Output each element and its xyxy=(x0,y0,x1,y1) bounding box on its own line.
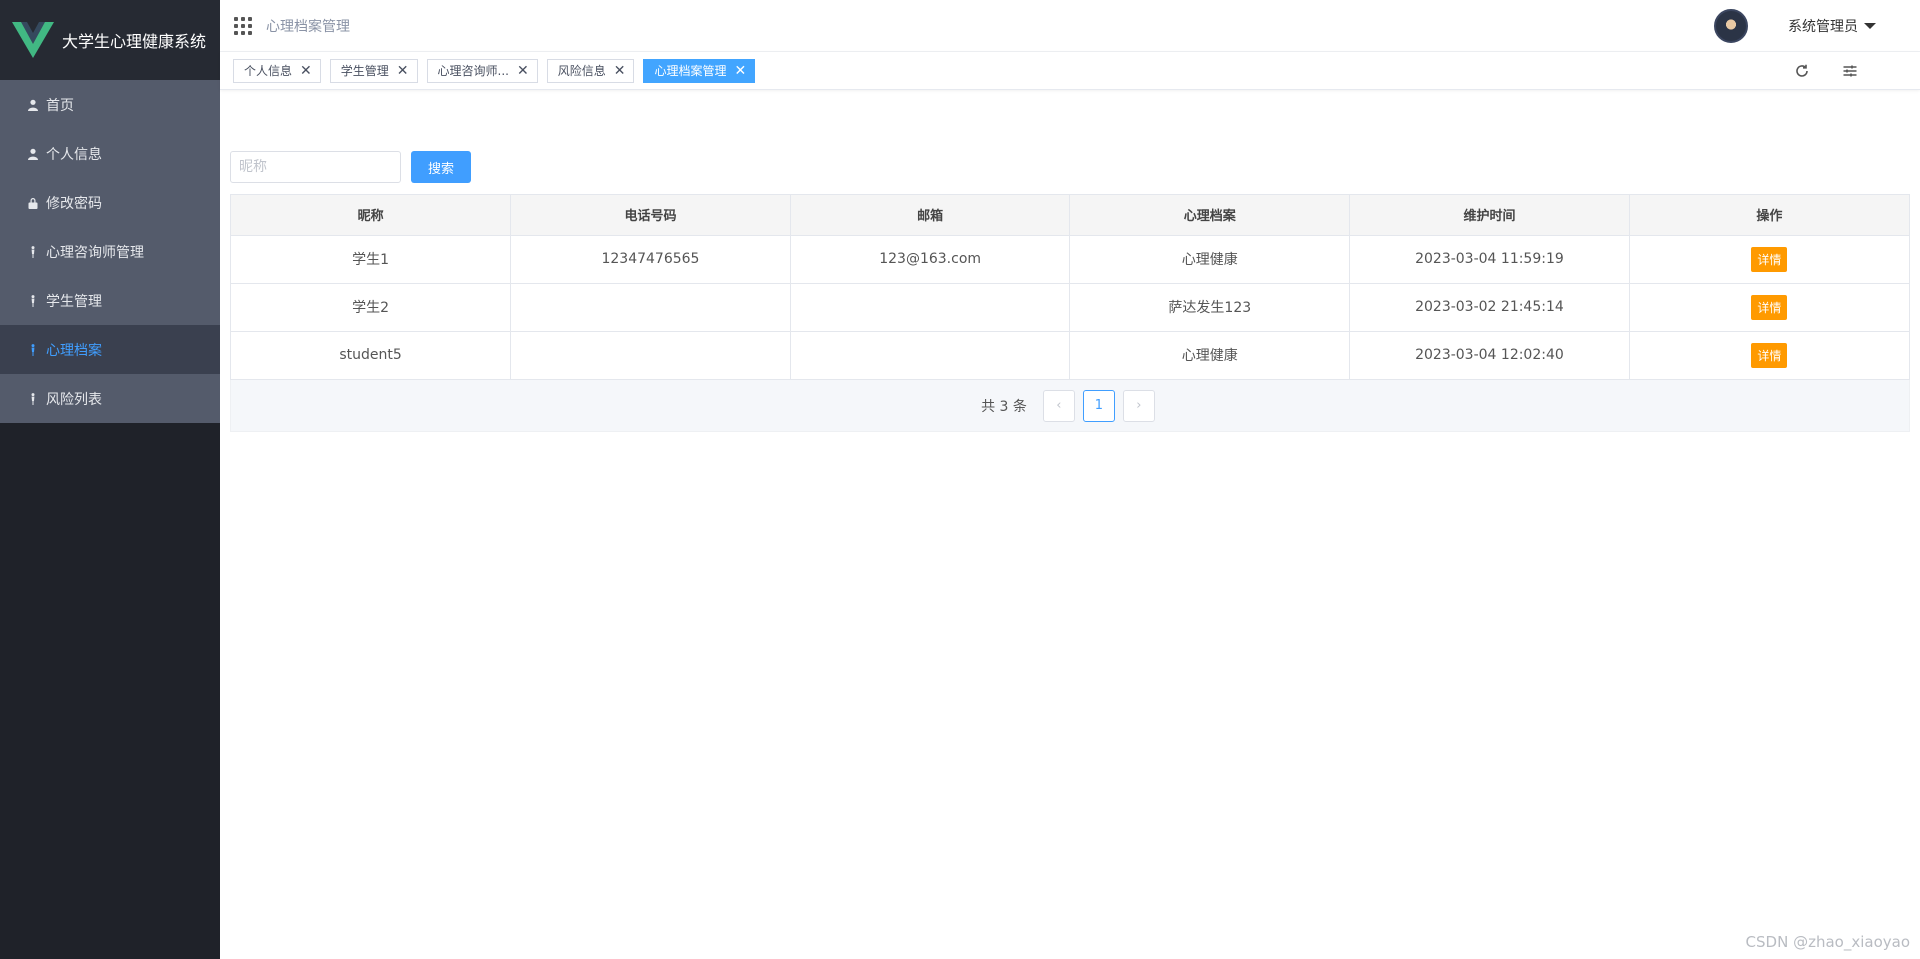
cell-archive: 萨达发生123 xyxy=(1069,283,1351,332)
person-icon xyxy=(26,245,40,259)
cell-email xyxy=(790,283,1071,332)
cell-phone xyxy=(510,283,791,332)
sidebar-item-home[interactable]: 首页 xyxy=(0,80,220,129)
cell-action: 详情 xyxy=(1629,235,1909,284)
cell-archive: 心理健康 xyxy=(1069,235,1351,284)
table-row: student5 心理健康 2023-03-04 12:02:40 详情 xyxy=(231,331,1909,379)
header-user-area: 系统管理员 xyxy=(1714,0,1876,52)
tag-student-management[interactable]: 学生管理 ✕ xyxy=(329,58,418,83)
logo-area: 大学生心理健康系统 xyxy=(0,0,220,80)
user-menu-trigger[interactable]: 系统管理员 xyxy=(1788,16,1876,36)
tag-counselor-management[interactable]: 心理咨询师... ✕ xyxy=(426,58,538,83)
page-number-button[interactable]: 1 xyxy=(1082,389,1115,422)
person-icon xyxy=(26,392,40,406)
top-header: 心理档案管理 系统管理员 xyxy=(220,0,1920,52)
cell-email: 123@163.com xyxy=(790,235,1071,284)
cell-nickname: student5 xyxy=(231,331,512,379)
detail-button[interactable]: 详情 xyxy=(1751,294,1788,320)
search-button[interactable]: 搜索 xyxy=(411,151,471,183)
close-icon[interactable]: ✕ xyxy=(614,64,626,78)
avatar[interactable] xyxy=(1714,9,1748,43)
cell-time: 2023-03-04 11:59:19 xyxy=(1349,235,1630,284)
pagination-total: 共 3 条 xyxy=(981,398,1027,415)
user-icon xyxy=(26,147,40,161)
cell-email xyxy=(790,331,1071,379)
sidebar-item-label: 首页 xyxy=(46,97,74,114)
column-header-archive: 心理档案 xyxy=(1069,195,1351,236)
cell-time: 2023-03-02 21:45:14 xyxy=(1349,283,1630,332)
person-icon xyxy=(26,294,40,308)
tag-profile[interactable]: 个人信息 ✕ xyxy=(233,58,321,83)
chevron-right-icon: › xyxy=(1136,398,1142,413)
tag-label: 学生管理 xyxy=(340,64,389,78)
caret-down-icon xyxy=(1864,23,1876,29)
tag-label: 心理档案管理 xyxy=(654,64,727,78)
sidebar-item-label: 心理档案 xyxy=(46,342,102,359)
prev-page-button[interactable]: ‹ xyxy=(1042,389,1075,422)
cell-phone xyxy=(510,331,791,379)
sidebar-item-student-management[interactable]: 学生管理 xyxy=(0,276,220,325)
main-content: 搜索 昵称 电话号码 邮箱 心理档案 维护时间 操作 学生1 123474765… xyxy=(230,90,1910,432)
column-header-email: 邮箱 xyxy=(790,195,1071,236)
table-row: 学生2 萨达发生123 2023-03-02 21:45:14 详情 xyxy=(231,283,1909,332)
tag-label: 个人信息 xyxy=(244,64,293,78)
tag-label: 风险信息 xyxy=(557,64,606,78)
sidebar-item-change-password[interactable]: 修改密码 xyxy=(0,178,220,227)
person-icon xyxy=(26,343,40,357)
nickname-search-input[interactable] xyxy=(230,151,401,183)
close-icon[interactable]: ✕ xyxy=(300,64,312,78)
sidebar-item-profile[interactable]: 个人信息 xyxy=(0,129,220,178)
settings-sliders-icon[interactable] xyxy=(1840,61,1860,81)
close-icon[interactable]: ✕ xyxy=(517,64,529,78)
sidebar-item-psych-archive[interactable]: 心理档案 xyxy=(0,325,220,374)
tags-view-bar: 个人信息 ✕ 学生管理 ✕ 心理咨询师... ✕ 风险信息 ✕ 心理档案管理 ✕ xyxy=(220,52,1920,90)
close-icon[interactable]: ✕ xyxy=(397,64,409,78)
column-header-phone: 电话号码 xyxy=(510,195,791,236)
sidebar-menu: 首页 个人信息 修改密码 心理咨询师管理 学生管理 心理档案 风险列表 xyxy=(0,80,220,423)
breadcrumb: 心理档案管理 xyxy=(266,18,350,35)
tag-psych-archive-management[interactable]: 心理档案管理 ✕ xyxy=(643,58,756,83)
sidebar-item-counselor-management[interactable]: 心理咨询师管理 xyxy=(0,227,220,276)
tag-risk-info[interactable]: 风险信息 ✕ xyxy=(546,58,635,83)
sidebar-item-label: 个人信息 xyxy=(46,146,102,163)
column-header-action: 操作 xyxy=(1629,195,1909,236)
table-header-row: 昵称 电话号码 邮箱 心理档案 维护时间 操作 xyxy=(231,195,1909,236)
table-row: 学生1 12347476565 123@163.com 心理健康 2023-03… xyxy=(231,235,1909,284)
sidebar-item-label: 风险列表 xyxy=(46,391,102,408)
cell-action: 详情 xyxy=(1629,283,1909,332)
archive-table: 昵称 电话号码 邮箱 心理档案 维护时间 操作 学生1 12347476565 … xyxy=(230,194,1910,380)
cell-archive: 心理健康 xyxy=(1069,331,1351,379)
vue-logo-icon xyxy=(12,22,54,58)
sidebar-item-label: 心理咨询师管理 xyxy=(46,244,144,261)
sidebar: 大学生心理健康系统 首页 个人信息 修改密码 心理咨询师管理 学生管理 心理档案… xyxy=(0,0,220,959)
sidebar-item-label: 修改密码 xyxy=(46,195,102,212)
cell-action: 详情 xyxy=(1629,331,1909,379)
user-name: 系统管理员 xyxy=(1788,19,1858,35)
pagination: 共 3 条 ‹ 1 › xyxy=(230,380,1910,432)
tags-tools xyxy=(1764,52,1860,90)
column-header-nickname: 昵称 xyxy=(231,195,512,236)
apps-grid-icon[interactable] xyxy=(234,16,252,35)
cell-time: 2023-03-04 12:02:40 xyxy=(1349,331,1630,379)
watermark: CSDN @zhao_xiaoyao xyxy=(1745,933,1910,951)
refresh-icon[interactable] xyxy=(1792,61,1812,81)
sidebar-item-risk-list[interactable]: 风险列表 xyxy=(0,374,220,423)
cell-nickname: 学生1 xyxy=(231,235,512,284)
column-header-time: 维护时间 xyxy=(1349,195,1630,236)
lock-icon xyxy=(26,196,40,210)
detail-button[interactable]: 详情 xyxy=(1751,246,1788,272)
cell-nickname: 学生2 xyxy=(231,283,512,332)
user-icon xyxy=(26,98,40,112)
cell-phone: 12347476565 xyxy=(510,235,791,284)
sidebar-item-label: 学生管理 xyxy=(46,293,102,310)
tag-label: 心理咨询师... xyxy=(437,64,509,78)
search-bar: 搜索 xyxy=(230,151,1910,183)
detail-button[interactable]: 详情 xyxy=(1751,342,1788,368)
chevron-left-icon: ‹ xyxy=(1056,398,1062,413)
next-page-button[interactable]: › xyxy=(1122,389,1155,422)
close-icon[interactable]: ✕ xyxy=(734,64,746,78)
app-title: 大学生心理健康系统 xyxy=(62,32,207,51)
